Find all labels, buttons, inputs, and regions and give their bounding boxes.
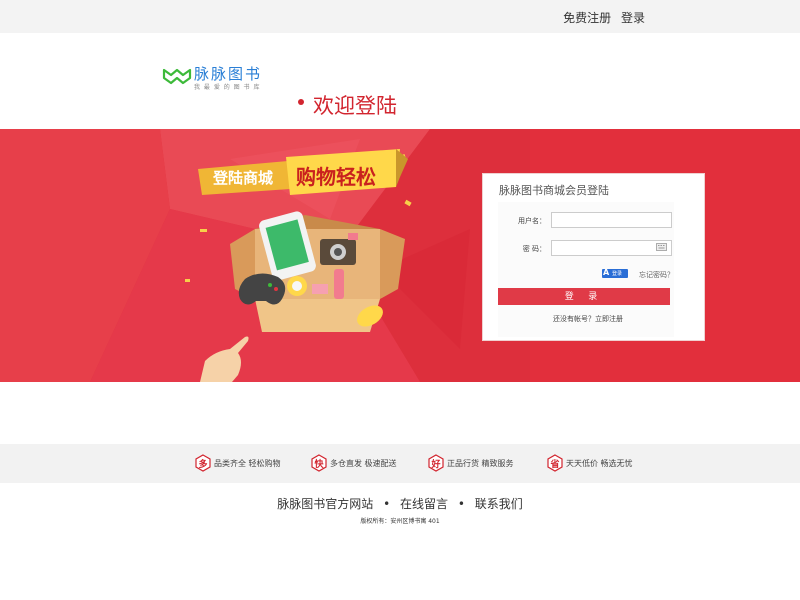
register-now-link[interactable]: 还没有帐号？立即注册 — [553, 314, 623, 324]
copyright: 版权所有：安州区博书寓 401 — [360, 518, 440, 525]
top-bar: 免费注册 登录 — [0, 0, 800, 33]
captcha-badge-text: 登录 — [612, 271, 623, 277]
feature-icon-char: 省 — [550, 460, 560, 470]
welcome-bullet — [298, 99, 304, 105]
captcha-badge-letter: A — [603, 268, 610, 277]
forgot-password-link[interactable]: 忘记密码？ — [639, 270, 674, 280]
site-logo[interactable]: 脉脉图书 我 最 爱 的 图 书 库 — [162, 63, 292, 93]
footer-link-contact[interactable]: 联系我们 — [475, 497, 523, 511]
ribbon-left-label: 登陆商城 — [213, 169, 274, 187]
feature-text: 正品行货 精致服务 — [447, 459, 514, 468]
captcha-badge[interactable]: A 登录 — [602, 268, 628, 278]
logo-tagline: 我 最 爱 的 图 书 库 — [194, 84, 261, 91]
footer-link-site[interactable]: 脉脉图书官方网站 — [277, 497, 373, 511]
feature-icon-char: 快 — [314, 460, 324, 470]
open-book-icon — [162, 68, 192, 85]
username-input[interactable] — [551, 212, 672, 228]
feature-icon-char: 好 — [431, 460, 441, 470]
header: 脉脉图书 我 最 爱 的 图 书 库 欢迎登陆 — [0, 33, 800, 129]
top-links: 免费注册 登录 — [557, 9, 645, 26]
ribbon-right-label: 购物轻松 — [296, 165, 376, 189]
footer-separator: • — [383, 497, 391, 511]
feature-text: 多仓直发 极速配送 — [330, 459, 397, 468]
footer-separator: • — [457, 497, 465, 511]
features-bar: 多 品类齐全 轻松购物 快 多仓直发 极速配送 好 正品行货 精致服务 省 天天… — [0, 444, 800, 483]
keyboard-icon[interactable] — [656, 243, 667, 251]
register-link[interactable]: 免费注册 — [563, 11, 611, 25]
footer-link-message[interactable]: 在线留言 — [400, 497, 448, 511]
password-label: 密 码： — [522, 245, 546, 253]
login-link[interactable]: 登录 — [621, 11, 645, 25]
page-title: 欢迎登陆 — [313, 94, 397, 118]
username-label: 用户名： — [518, 217, 546, 225]
password-input[interactable] — [551, 240, 672, 256]
feature-text: 天天低价 畅选无忧 — [566, 459, 633, 468]
logo-name: 脉脉图书 — [194, 65, 263, 83]
feature-icon-char: 多 — [198, 460, 208, 470]
login-title: 脉脉图书商城会员登陆 — [499, 184, 609, 197]
feature-text: 品类齐全 轻松购物 — [214, 459, 281, 468]
footer-links: 脉脉图书官方网站 • 在线留言 • 联系我们 — [0, 495, 800, 512]
login-button[interactable]: 登 录 — [498, 288, 670, 305]
